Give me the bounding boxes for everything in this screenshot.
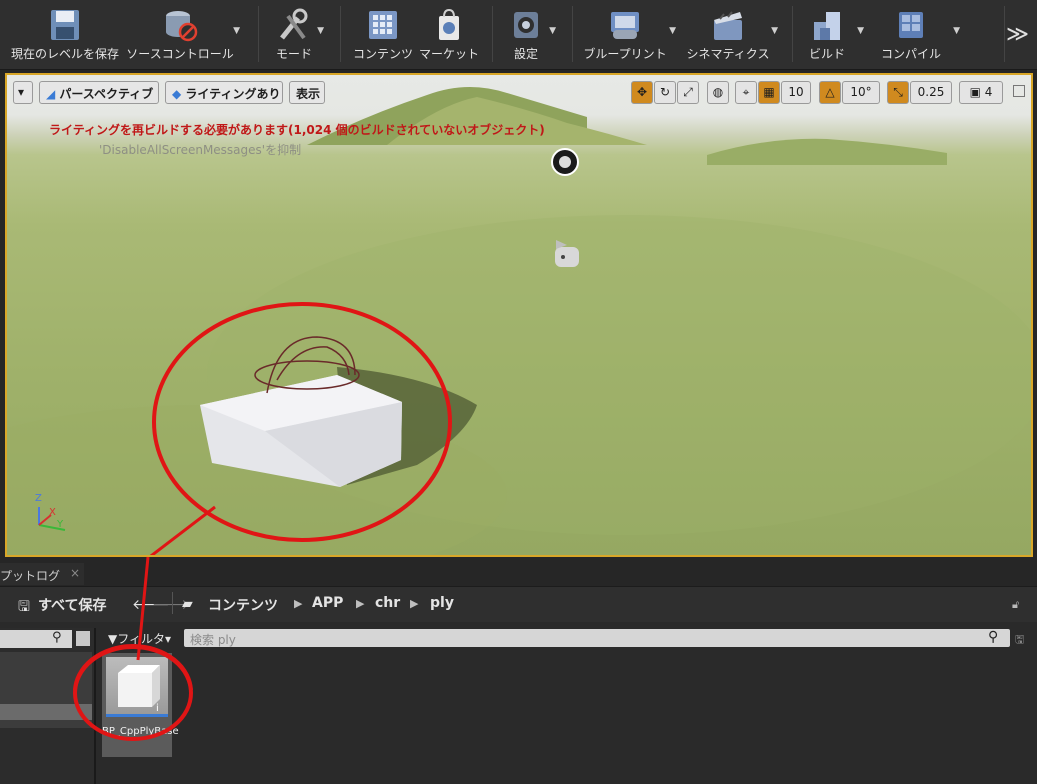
axis-x-label: X: [49, 507, 56, 518]
breadcrumb-arrow-icon[interactable]: ▶: [356, 597, 364, 610]
breadcrumb-ply[interactable]: ply: [430, 595, 454, 611]
compile-button[interactable]: コンパイル ▼: [880, 6, 960, 66]
breadcrumb-app[interactable]: APP: [312, 595, 343, 611]
lighting-label: ライティングあり: [185, 87, 281, 101]
chevron-down-icon[interactable]: ▼: [233, 26, 240, 36]
scale-snap-icon[interactable]: ⤡: [887, 81, 909, 104]
chevron-down-icon[interactable]: ▼: [771, 26, 778, 36]
shopping-bag-icon: [431, 8, 467, 42]
marketplace-button[interactable]: マーケット: [418, 6, 480, 66]
gear-icon: [508, 8, 544, 42]
modes-label: モード: [275, 47, 312, 61]
source-control-label: ソースコントロール: [126, 47, 234, 61]
main-toolbar: 現在のレベルを保存 ソースコントロール ▼ モード ▼ コンテンツ マーケット …: [0, 0, 1037, 70]
blueprint-icon: [607, 8, 643, 42]
grid-snap-value[interactable]: 10: [781, 81, 811, 104]
toolbar-divider: [492, 6, 493, 62]
level-viewport[interactable]: Z X Y ▾ ◢ パースペクティブ ◆ ライティングあり 表示 ✥ ↻ ⤢ ◍…: [5, 73, 1033, 557]
perspective-icon: ◢: [46, 87, 60, 101]
lit-cube-icon: ◆: [172, 87, 186, 101]
cinematics-button[interactable]: シネマティクス ▼: [686, 6, 778, 66]
lighting-build-warning: ライティングを再ビルドする必要があります(1,024 個のビルドされていないオブ…: [49, 123, 545, 137]
settings-label: 設定: [513, 47, 538, 61]
perspective-button[interactable]: ◢ パースペクティブ: [39, 81, 159, 104]
toolbar-divider: [258, 6, 259, 62]
translate-tool-icon[interactable]: ✥: [631, 81, 653, 104]
tools-icon: [276, 8, 312, 42]
scale-snap-value[interactable]: 0.25: [910, 81, 952, 104]
breadcrumb-arrow-icon[interactable]: ▶: [294, 597, 302, 610]
source-control-icon: [162, 8, 198, 42]
toolbar-divider: [340, 6, 341, 62]
chevron-down-icon[interactable]: ▼: [317, 26, 324, 36]
output-log-label: プットログ: [0, 569, 61, 583]
chevron-down-icon[interactable]: ▼: [953, 26, 960, 36]
chevron-down-icon[interactable]: ▼: [549, 26, 556, 36]
scale-tool-icon[interactable]: ⤢: [677, 81, 699, 104]
camera-icon: ▣: [969, 85, 985, 99]
compile-cubes-icon: [893, 8, 929, 42]
lighting-mode-button[interactable]: ◆ ライティングあり: [165, 81, 283, 104]
camera-speed-button[interactable]: ▣ 4: [959, 81, 1003, 104]
axis-z-label: Z: [35, 493, 42, 504]
settings-button[interactable]: 設定 ▼: [502, 6, 556, 66]
modes-button[interactable]: モード ▼: [266, 6, 324, 66]
toolbar-divider: [792, 6, 793, 62]
rotation-snap-value[interactable]: 10°: [842, 81, 880, 104]
save-icon: 🖫: [18, 599, 30, 615]
rotate-tool-icon[interactable]: ↻: [654, 81, 676, 104]
suppressed-messages-notice: 'DisableAllScreenMessages'を抑制: [99, 143, 302, 157]
grid-snap-icon[interactable]: ▦: [758, 81, 780, 104]
maximize-viewport-icon[interactable]: [1013, 85, 1025, 97]
cinematics-label: シネマティクス: [686, 47, 770, 61]
chevron-down-icon[interactable]: ▼: [857, 26, 864, 36]
content-grid-icon: [365, 8, 401, 42]
build-label: ビルド: [808, 47, 845, 61]
save-search-icon[interactable]: 🖫: [1015, 631, 1024, 650]
toolbar-divider: [572, 6, 573, 62]
viewport-options-dropdown[interactable]: ▾: [13, 81, 33, 104]
build-blocks-icon: [809, 8, 845, 42]
build-button[interactable]: ビルド ▼: [804, 6, 864, 66]
floppy-disk-icon: [47, 8, 83, 42]
content-label: コンテンツ: [352, 47, 413, 61]
lock-icon[interactable]: 🔓︎: [1012, 598, 1019, 612]
perspective-label: パースペクティブ: [59, 87, 154, 101]
editor-window: 現在のレベルを保存 ソースコントロール ▼ モード ▼ コンテンツ マーケット …: [0, 0, 1037, 784]
save-level-label: 現在のレベルを保存: [10, 47, 119, 61]
more-toolbar-icon[interactable]: ≫: [1006, 22, 1029, 47]
blueprints-label: ブループリント: [583, 47, 667, 61]
rotation-snap-icon[interactable]: △: [819, 81, 841, 104]
toolbar-divider: [1004, 6, 1005, 62]
source-control-button[interactable]: ソースコントロール ▼: [126, 6, 240, 66]
clapperboard-icon: [710, 8, 746, 42]
asset-highlight-circle: [73, 645, 193, 741]
world-local-icon[interactable]: ◍: [707, 81, 729, 104]
save-level-button[interactable]: 現在のレベルを保存: [8, 6, 122, 66]
show-button[interactable]: 表示: [289, 81, 325, 104]
asset-search-input[interactable]: 検索 ply: [184, 629, 1010, 647]
breadcrumb-arrow-icon[interactable]: ▶: [410, 597, 418, 610]
compile-label: コンパイル: [880, 47, 941, 61]
chevron-down-icon[interactable]: ▼: [669, 26, 676, 36]
surface-snap-icon[interactable]: ⌖: [735, 81, 757, 104]
camera-speed-value: 4: [984, 85, 993, 99]
blueprints-button[interactable]: ブループリント ▼: [582, 6, 676, 66]
axis-y-label: Y: [57, 519, 64, 530]
marketplace-label: マーケット: [418, 47, 479, 61]
breadcrumb-chr[interactable]: chr: [375, 595, 400, 611]
content-button[interactable]: コンテンツ: [350, 6, 416, 66]
search-icon: ⚲: [988, 629, 999, 645]
